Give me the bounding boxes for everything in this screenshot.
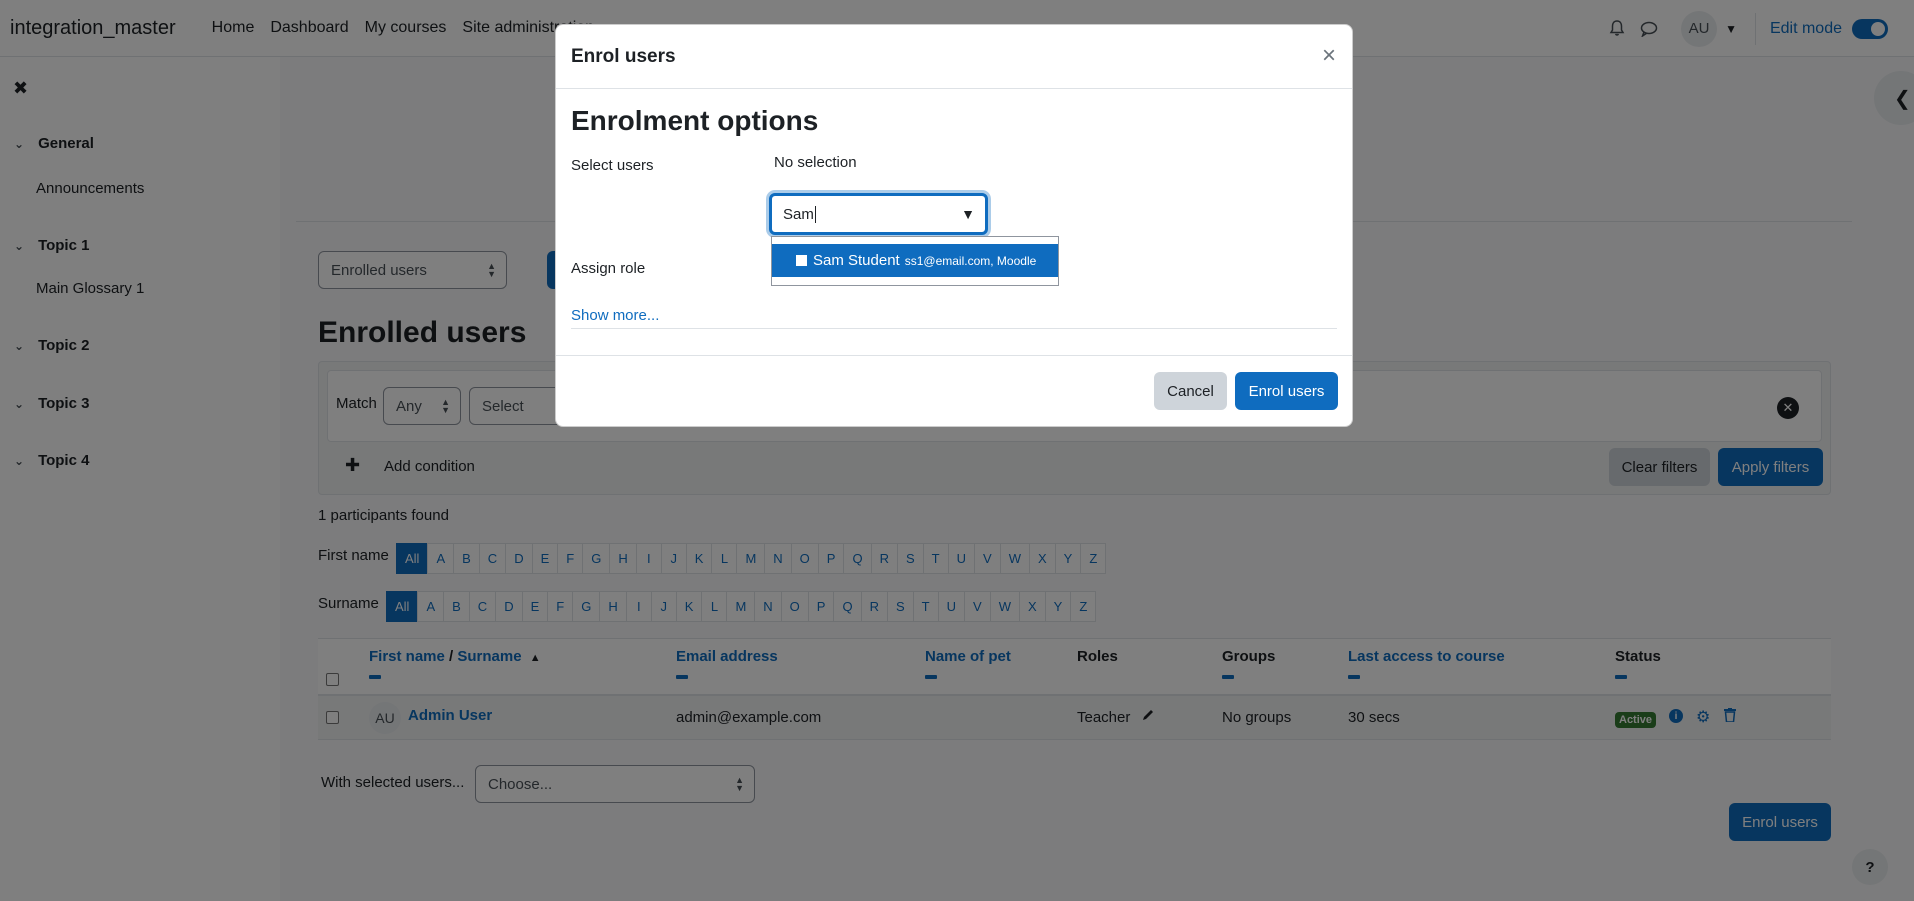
suggestion-detail: ss1@email.com, Moodle — [904, 253, 1037, 268]
modal-title: Enrol users — [571, 46, 676, 67]
suggestion-name: Sam Student — [813, 252, 900, 269]
show-more-link[interactable]: Show more... — [571, 307, 659, 324]
enrol-users-button[interactable]: Enrol users — [1235, 372, 1338, 410]
suggestions-list: Sam Student ss1@email.com, Moodle — [771, 236, 1059, 286]
modal-divider — [571, 328, 1337, 329]
search-value: Sam — [783, 205, 814, 223]
suggestion-sam-student[interactable]: Sam Student ss1@email.com, Moodle — [772, 244, 1058, 277]
no-selection-text: No selection — [774, 154, 857, 171]
assign-role-label: Assign role — [571, 260, 646, 277]
modal-header: Enrol users × — [556, 25, 1352, 89]
checkbox-icon — [796, 255, 807, 266]
select-users-label: Select users — [571, 157, 654, 174]
text-caret — [814, 205, 816, 223]
cancel-button[interactable]: Cancel — [1154, 372, 1227, 410]
modal-footer-divider — [556, 355, 1352, 356]
close-icon[interactable]: × — [1322, 42, 1336, 70]
user-search-input[interactable]: Sam ▼ — [769, 193, 988, 235]
enrolment-options-heading: Enrolment options — [571, 105, 819, 136]
dropdown-arrow-icon[interactable]: ▼ — [961, 206, 975, 222]
enrol-users-modal: Enrol users × Enrolment options Select u… — [555, 24, 1353, 427]
